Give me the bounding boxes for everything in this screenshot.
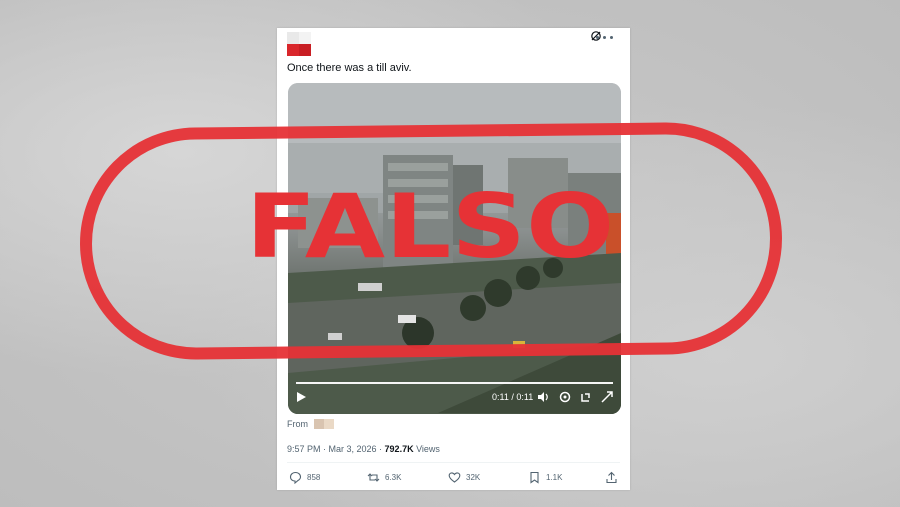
share-icon	[606, 471, 617, 484]
volume-icon[interactable]	[536, 390, 550, 404]
bookmark-button[interactable]: 1.1K	[528, 471, 562, 484]
from-label: From	[287, 419, 308, 429]
views-count: 792.7K	[384, 444, 414, 454]
tweet-timestamp[interactable]: 9:57 PM · Mar 3, 2026 ·	[287, 444, 385, 454]
reply-count: 858	[307, 473, 321, 482]
from-row: From	[287, 419, 334, 429]
share-button[interactable]	[605, 471, 618, 484]
avatar[interactable]	[287, 32, 311, 56]
divider	[287, 462, 620, 463]
more-icon[interactable]	[596, 30, 620, 44]
play-icon[interactable]	[297, 392, 306, 402]
video-controls: 0:11 / 0:11	[288, 378, 621, 414]
repost-button[interactable]: 6.3K	[367, 471, 401, 484]
tweet-meta: 9:57 PM · Mar 3, 2026 · 792.7K Views	[287, 444, 440, 454]
source-avatar[interactable]	[314, 419, 334, 429]
repost-count: 6.3K	[385, 473, 402, 482]
video-time: 0:11 / 0:11	[492, 392, 534, 402]
action-bar: 858 6.3K 32K 1.1K	[289, 471, 618, 487]
like-button[interactable]: 32K	[448, 471, 480, 484]
video-progress-bar[interactable]	[296, 382, 613, 384]
rotate-icon[interactable]	[579, 390, 593, 404]
reply-icon	[289, 471, 302, 484]
reply-button[interactable]: 858	[289, 471, 320, 484]
like-icon	[448, 472, 461, 483]
like-count: 32K	[466, 473, 481, 482]
fullscreen-icon[interactable]	[600, 390, 614, 404]
views-label: Views	[413, 444, 440, 454]
bookmark-count: 1.1K	[546, 473, 563, 482]
repost-icon	[367, 473, 380, 482]
settings-icon[interactable]	[558, 390, 572, 404]
tweet-text: Once there was a till aviv.	[287, 62, 412, 74]
falso-stamp-text: FALSO	[245, 175, 615, 278]
bookmark-icon	[530, 471, 539, 484]
